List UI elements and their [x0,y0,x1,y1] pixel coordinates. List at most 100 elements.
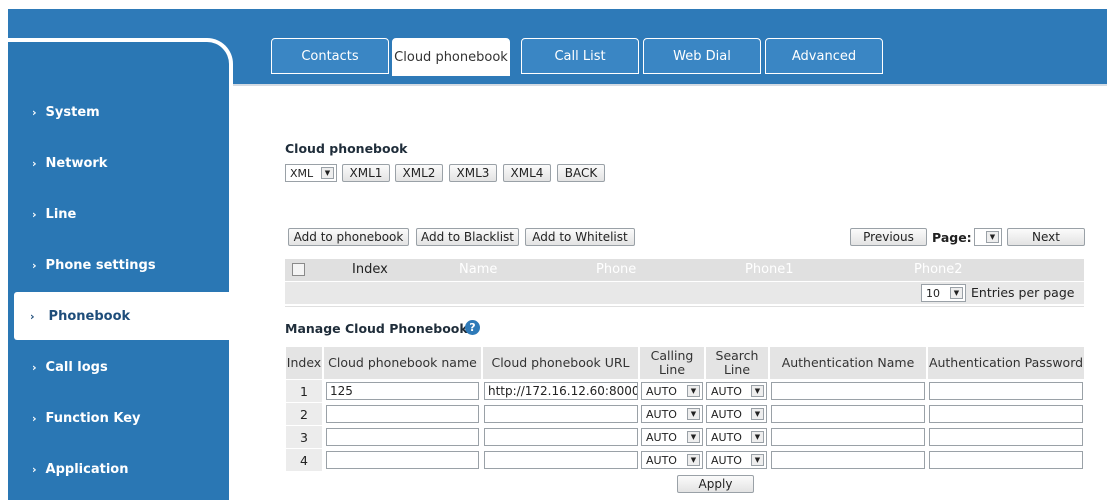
column-header-auth-password: Authentication Password [928,347,1084,379]
select-all-checkbox[interactable] [292,263,305,276]
search-line-select[interactable]: AUTO ▼ [706,428,767,446]
sidebar-item-label: Function Key [45,410,141,426]
page-label: Page: [932,230,972,245]
sidebar-item-application[interactable]: › Application [0,445,221,493]
xml4-button[interactable]: XML4 [503,164,551,182]
chevron-right-icon: › [32,156,37,170]
xml2-button[interactable]: XML2 [395,164,443,182]
column-header-phone1: Phone1 [745,262,794,277]
tab-web-dial[interactable]: Web Dial [643,38,761,74]
sidebar-item-system[interactable]: › System [0,88,221,136]
dropdown-arrow-icon: ▼ [751,385,764,397]
add-to-whitelist-button[interactable]: Add to Whitelist [525,228,635,246]
sidebar-item-label: Call logs [45,359,108,375]
help-icon[interactable]: ? [465,320,480,335]
calling-line-select[interactable]: AUTO ▼ [641,382,703,400]
sidebar-item-phonebook[interactable]: › Phonebook [14,292,235,340]
cloud-phonebook-title: Cloud phonebook [285,141,408,156]
calling-line-select[interactable]: AUTO ▼ [641,451,703,469]
column-header-auth-name: Authentication Name [770,347,926,379]
search-line-select[interactable]: AUTO ▼ [706,405,767,423]
search-line-value: AUTO [711,453,742,467]
main-divider [233,84,1107,86]
auth-password-input[interactable] [929,405,1083,423]
chevron-right-icon: › [32,258,37,272]
sidebar-item-call-logs[interactable]: › Call logs [0,343,221,391]
dropdown-arrow-icon: ▼ [687,385,700,397]
auth-name-input[interactable] [771,382,925,400]
search-line-select[interactable]: AUTO ▼ [706,382,767,400]
column-header-index: Index [286,347,322,379]
auth-password-input[interactable] [929,382,1083,400]
sidebar-item-label: Application [45,461,129,477]
tab-contacts[interactable]: Contacts [271,38,389,74]
entries-per-page-select[interactable]: 10 ▼ [921,284,966,302]
search-line-select[interactable]: AUTO ▼ [706,451,767,469]
auth-password-input[interactable] [929,428,1083,446]
dropdown-arrow-icon: ▼ [751,454,764,466]
auth-name-input[interactable] [771,428,925,446]
calling-line-value: AUTO [646,430,677,444]
xml-select[interactable]: XML ▼ [285,164,337,182]
column-header-phonebook-name: Cloud phonebook name [324,347,481,379]
tab-label: Cloud phonebook [394,49,508,65]
search-line-value: AUTO [711,407,742,421]
calling-line-select[interactable]: AUTO ▼ [641,428,703,446]
tab-cloud-phonebook[interactable]: Cloud phonebook [392,38,510,76]
chevron-right-icon: › [32,207,37,221]
previous-button[interactable]: Previous [850,228,927,246]
xml-select-value: XML [290,166,314,180]
calling-line-value: AUTO [646,384,677,398]
tab-advanced[interactable]: Advanced [765,38,883,74]
calling-line-value: AUTO [646,407,677,421]
entries-per-page-label: Entries per page [971,285,1075,300]
dropdown-arrow-icon: ▼ [751,431,764,443]
chevron-right-icon: › [32,360,37,374]
xml3-button[interactable]: XML3 [449,164,497,182]
phonebook-name-input[interactable] [326,405,479,423]
row-index: 4 [286,449,322,471]
tab-label: Web Dial [673,48,731,64]
column-header-calling-line: Calling Line [640,347,704,379]
search-line-value: AUTO [711,430,742,444]
dropdown-arrow-icon: ▼ [687,408,700,420]
tab-label: Contacts [301,48,359,64]
tab-call-list[interactable]: Call List [521,38,639,74]
next-button[interactable]: Next [1007,228,1085,246]
column-header-index: Index [352,262,388,277]
auth-name-input[interactable] [771,405,925,423]
phonebook-url-input[interactable]: http://172.16.12.60:8000 [484,382,638,400]
phonebook-url-input[interactable] [484,451,638,469]
entries-per-page-value: 10 [926,286,940,300]
xml1-button[interactable]: XML1 [342,164,390,182]
add-to-phonebook-button[interactable]: Add to phonebook [288,228,409,246]
back-button[interactable]: BACK [557,164,605,182]
auth-name-input[interactable] [771,451,925,469]
phonebook-name-input[interactable]: 125 [326,382,479,400]
calling-line-value: AUTO [646,453,677,467]
add-to-blacklist-button[interactable]: Add to Blacklist [416,228,519,246]
sidebar-item-line[interactable]: › Line [0,190,221,238]
column-header-phonebook-url: Cloud phonebook URL [483,347,638,379]
phonebook-name-input[interactable] [326,451,479,469]
sidebar-item-label: Phone settings [45,257,156,273]
dropdown-arrow-icon: ▼ [986,231,999,243]
contacts-table-header: Index Name Phone Phone1 Phone2 [285,259,1084,281]
apply-button[interactable]: Apply [677,475,754,493]
sidebar-item-phone-settings[interactable]: › Phone settings [0,241,221,289]
phonebook-name-input[interactable] [326,428,479,446]
chevron-right-icon: › [30,309,35,323]
calling-line-select[interactable]: AUTO ▼ [641,405,703,423]
phonebook-url-input[interactable] [484,405,638,423]
contacts-table-footer: 10 ▼ Entries per page [285,282,1084,304]
phonebook-url-input[interactable] [484,428,638,446]
row-index: 3 [286,426,322,448]
auth-password-input[interactable] [929,451,1083,469]
sidebar-item-function-key[interactable]: › Function Key [0,394,221,442]
dropdown-arrow-icon: ▼ [687,431,700,443]
chevron-right-icon: › [32,462,37,476]
dropdown-arrow-icon: ▼ [687,454,700,466]
manage-title: Manage Cloud Phonebooks [285,321,476,336]
page-select[interactable]: ▼ [974,228,1002,246]
sidebar-item-network[interactable]: › Network [0,139,221,187]
